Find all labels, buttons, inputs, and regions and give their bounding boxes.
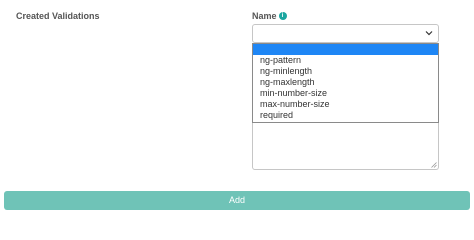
validation-name-select[interactable] [252, 24, 439, 43]
validation-options-list[interactable]: ng-pattern ng-minlength ng-maxlength min… [252, 43, 439, 123]
info-icon[interactable]: i [278, 12, 287, 20]
add-button[interactable]: Add [4, 191, 470, 210]
option-min-number-size[interactable]: min-number-size [253, 88, 438, 99]
option-ng-minlength[interactable]: ng-minlength [253, 66, 438, 77]
option-ng-pattern[interactable]: ng-pattern [253, 55, 438, 66]
name-field-label: Name i [252, 11, 287, 21]
option-max-number-size[interactable]: max-number-size [253, 99, 438, 110]
validations-textarea[interactable] [252, 123, 439, 170]
option-empty[interactable] [253, 44, 438, 55]
name-label-text: Name [252, 11, 277, 21]
option-required[interactable]: required [253, 110, 438, 121]
resize-grip-icon[interactable] [430, 161, 437, 168]
created-validations-title: Created Validations [16, 11, 100, 21]
option-ng-maxlength[interactable]: ng-maxlength [253, 77, 438, 88]
chevron-down-icon [425, 31, 433, 36]
